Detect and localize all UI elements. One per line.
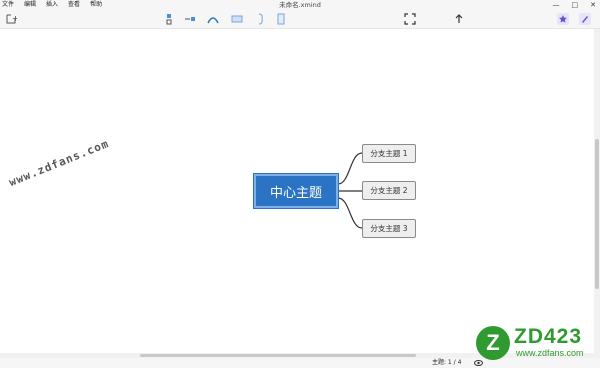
horizontal-scroll-thumb[interactable] bbox=[140, 354, 416, 357]
subtopic-1[interactable]: 分支主题 1 bbox=[362, 144, 416, 163]
topic-count: 主题: 1 / 4 bbox=[432, 359, 462, 366]
vertical-scroll-thumb[interactable] bbox=[595, 139, 599, 289]
connector-3 bbox=[337, 197, 363, 229]
subtopic-2[interactable]: 分支主题 2 bbox=[362, 181, 416, 200]
vertical-scrollbar[interactable] bbox=[594, 29, 600, 360]
logo-name: ZD423 bbox=[514, 325, 583, 348]
logo-emblem: Z bbox=[476, 326, 510, 360]
central-topic[interactable]: 中心主题 bbox=[254, 174, 338, 208]
subtopic-3[interactable]: 分支主题 3 bbox=[362, 219, 416, 238]
logo-url: www.zdfans.com bbox=[516, 348, 584, 358]
connector-1 bbox=[337, 152, 363, 185]
zd423-logo: Z ZD423 www.zdfans.com bbox=[476, 326, 596, 362]
